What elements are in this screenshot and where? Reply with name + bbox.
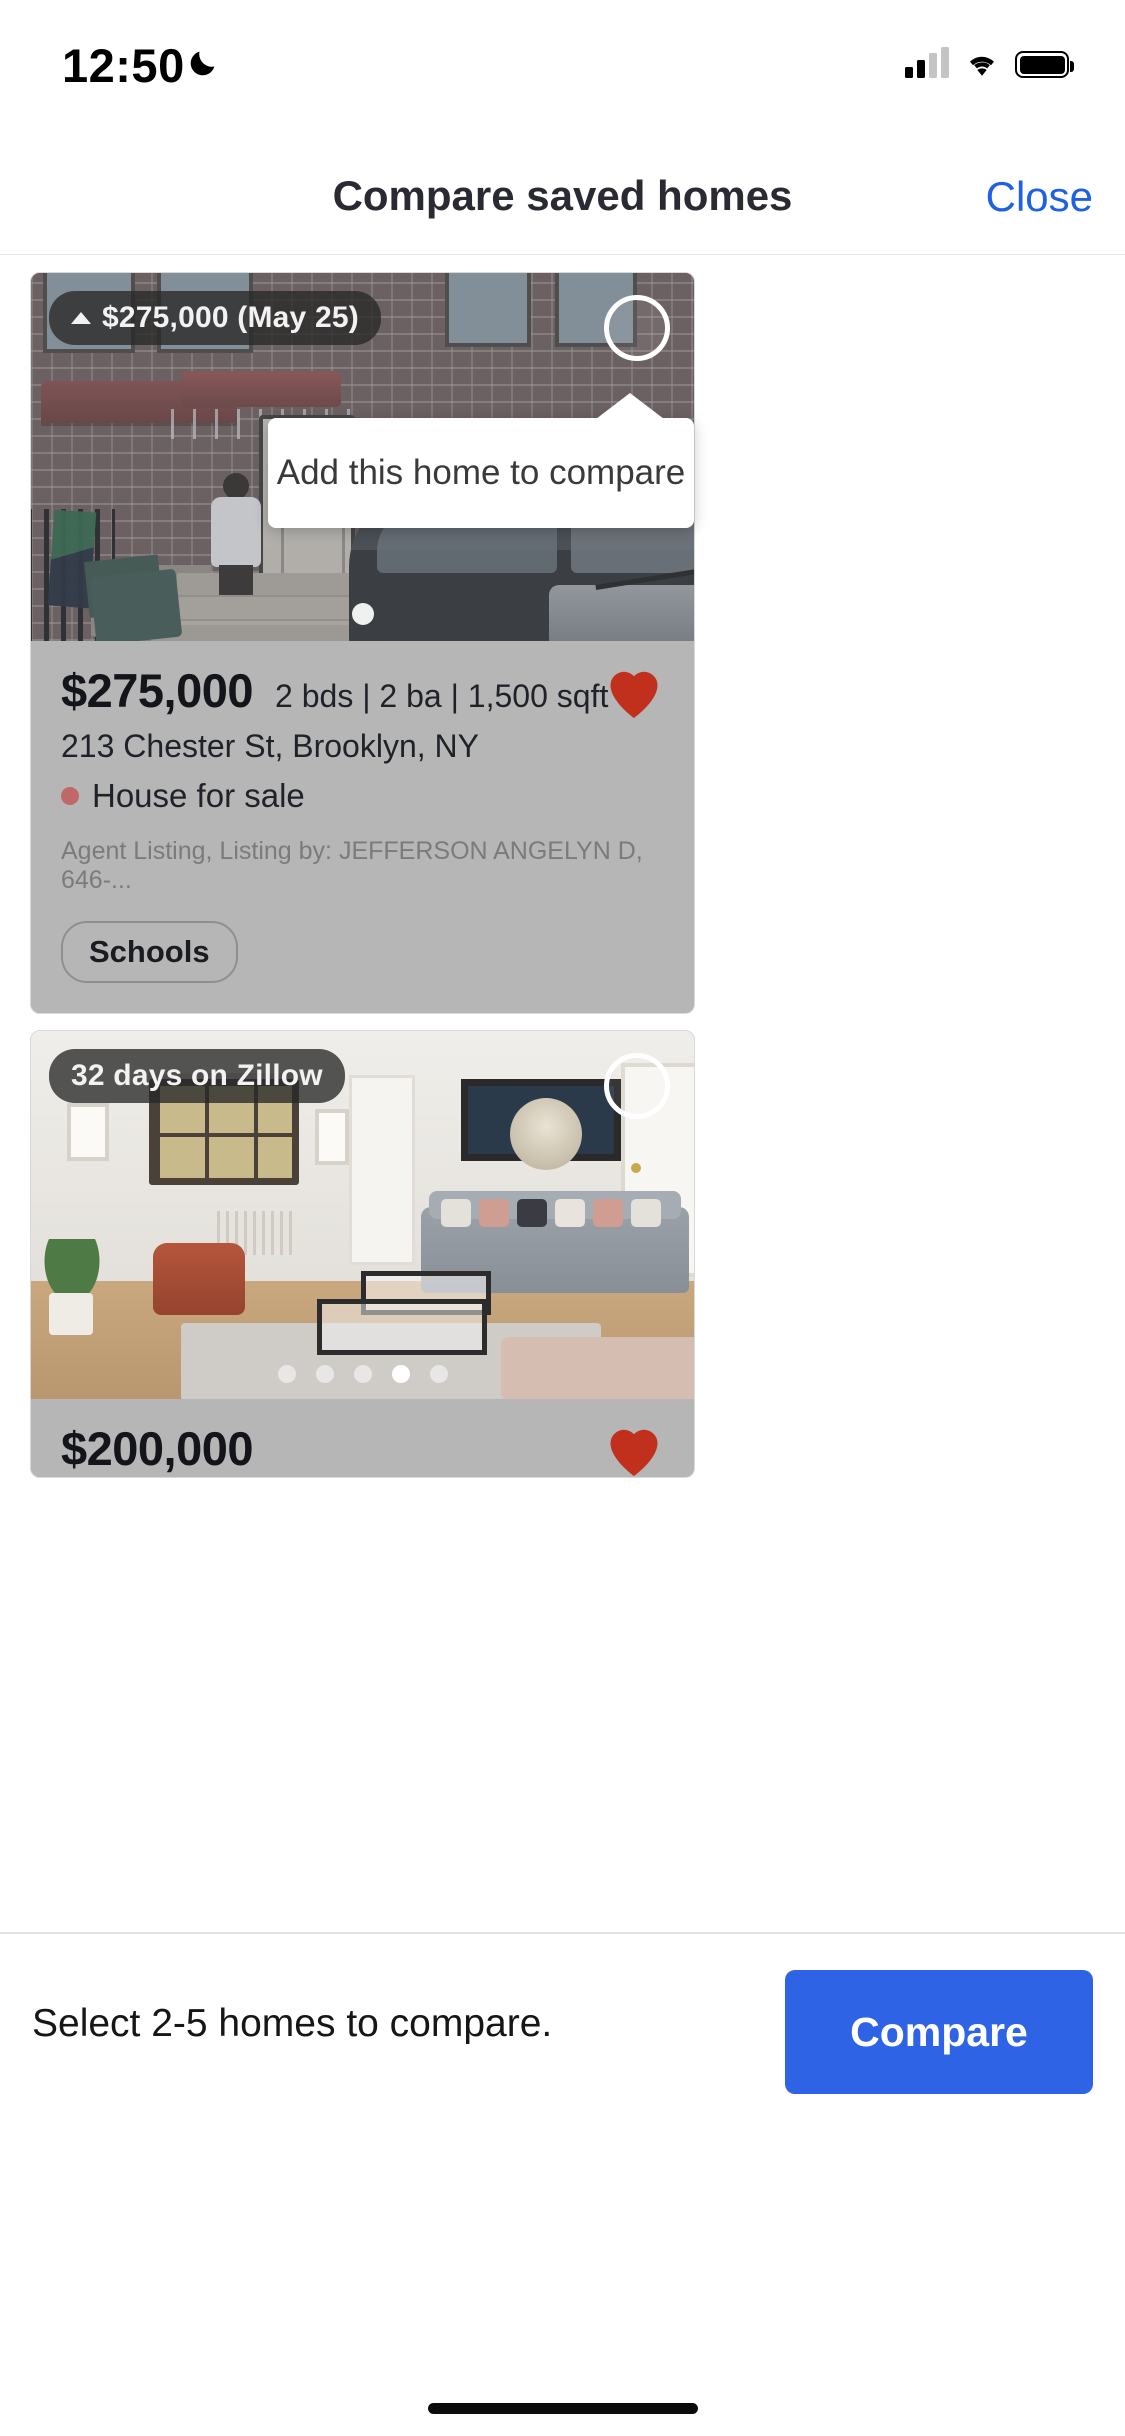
compare-select-circle[interactable] bbox=[604, 1053, 670, 1119]
home-card-info: $200,000 bbox=[31, 1399, 694, 1477]
page-title: Compare saved homes bbox=[332, 172, 793, 219]
tooltip-arrow-icon bbox=[596, 393, 664, 419]
home-address: 213 Chester St, Brooklyn, NY bbox=[61, 728, 479, 764]
home-price: $200,000 bbox=[61, 1422, 254, 1475]
photo-dot bbox=[429, 1365, 448, 1383]
photo-dot bbox=[315, 1365, 334, 1383]
compare-action-bar: Select 2-5 homes to compare. Compare bbox=[0, 1932, 1125, 2132]
schools-chip[interactable]: Schools bbox=[61, 921, 238, 983]
home-card[interactable]: 32 days on Zillow $200,000 bbox=[30, 1030, 695, 1478]
wifi-icon bbox=[970, 56, 994, 76]
price-change-badge-label: $275,000 (May 25) bbox=[102, 301, 359, 334]
compare-select-circle[interactable] bbox=[604, 295, 670, 361]
home-indicator[interactable] bbox=[427, 2403, 698, 2414]
status-bar-indicators bbox=[905, 44, 1074, 78]
photo-dot bbox=[277, 1365, 296, 1383]
status-bar: 12:50 bbox=[0, 0, 1125, 140]
close-button[interactable]: Close bbox=[986, 173, 1093, 221]
compare-tooltip-label: Add this home to compare bbox=[276, 453, 686, 492]
moon-icon bbox=[190, 51, 215, 76]
signal-bars-icon bbox=[905, 47, 949, 78]
home-status-label: House for sale bbox=[92, 777, 305, 814]
photo-dot bbox=[353, 1365, 372, 1383]
app-screen: 12:50 Compare saved homes Close $275,000… bbox=[0, 0, 1125, 2436]
photo-dot-active bbox=[391, 1365, 410, 1383]
compare-instruction: Select 2-5 homes to compare. bbox=[32, 2002, 553, 2045]
price-up-caret-icon bbox=[71, 312, 91, 324]
days-on-market-label: 32 days on Zillow bbox=[71, 1059, 323, 1092]
home-facts: 2 bds | 2 ba | 1,500 sqft bbox=[275, 678, 609, 714]
home-card-info: $275,000 2 bds | 2 ba | 1,500 sqft 213 C… bbox=[31, 641, 694, 1013]
photo-dots bbox=[31, 1365, 694, 1383]
battery-icon bbox=[1015, 51, 1074, 78]
home-card[interactable]: $275,000 (May 25) $275,000 2 bds | 2 ba … bbox=[30, 272, 695, 1014]
home-status: House for sale bbox=[61, 777, 664, 815]
compare-button[interactable]: Compare bbox=[785, 1970, 1093, 2094]
favorite-heart-icon[interactable] bbox=[604, 665, 664, 721]
favorite-heart-icon[interactable] bbox=[604, 1423, 664, 1477]
home-photo-carousel[interactable]: 32 days on Zillow bbox=[31, 1031, 694, 1399]
home-agent-line: Agent Listing, Listing by: JEFFERSON ANG… bbox=[61, 837, 643, 894]
price-change-badge: $275,000 (May 25) bbox=[49, 291, 381, 345]
days-on-market-badge: 32 days on Zillow bbox=[49, 1049, 345, 1103]
status-dot-icon bbox=[61, 787, 79, 805]
modal-header: Compare saved homes Close bbox=[0, 140, 1125, 255]
photo-dot-indicator bbox=[351, 603, 374, 625]
status-bar-time: 12:50 bbox=[62, 39, 185, 92]
home-price: $275,000 bbox=[61, 664, 254, 717]
compare-tooltip: Add this home to compare bbox=[268, 393, 694, 528]
